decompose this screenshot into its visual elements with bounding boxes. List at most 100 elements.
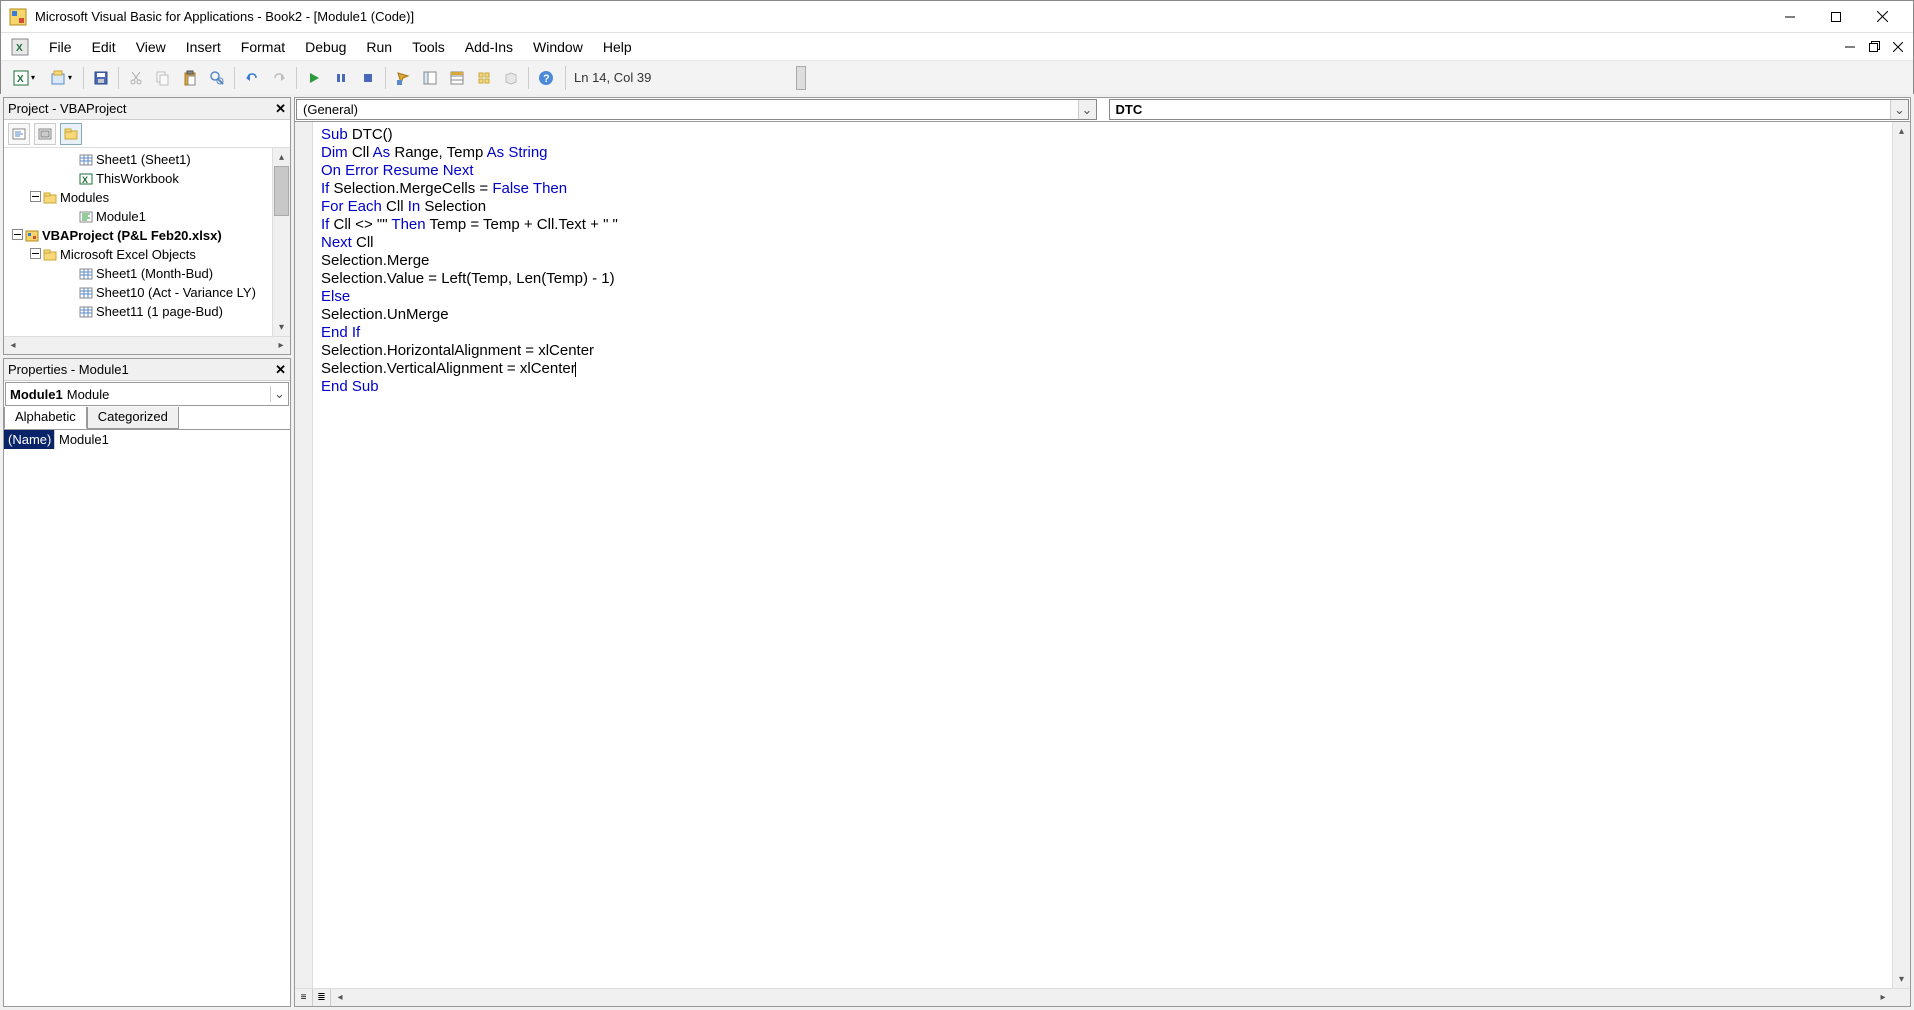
properties-grid[interactable]: (Name)Module1 — [4, 429, 290, 1006]
properties-panel: Properties - Module1 ✕ Module1 Module ⌄ … — [3, 358, 291, 1007]
view-object-button[interactable] — [34, 123, 56, 145]
mdi-restore-button[interactable] — [1865, 38, 1883, 56]
reset-button[interactable] — [356, 66, 380, 90]
mdi-minimize-button[interactable] — [1841, 38, 1859, 56]
chevron-down-icon: ⌄ — [1890, 100, 1908, 119]
menu-tools[interactable]: Tools — [402, 35, 455, 59]
menu-format[interactable]: Format — [231, 35, 295, 59]
procedure-view-button[interactable]: ≡ — [295, 989, 313, 1006]
scroll-left-button[interactable]: ◂ — [331, 989, 349, 1006]
tree-node[interactable]: XThisWorkbook — [10, 169, 272, 188]
mod-icon — [78, 210, 94, 224]
code-window: (General) ⌄ DTC ⌄ Sub DTC()Dim Cll As Ra… — [294, 97, 1911, 1007]
folder-icon — [42, 191, 58, 205]
tree-node[interactable]: Sheet11 (1 page-Bud) — [10, 302, 272, 321]
copy-button[interactable] — [151, 66, 175, 90]
sheet-icon — [78, 305, 94, 319]
properties-object-selector[interactable]: Module1 Module ⌄ — [5, 382, 289, 406]
toolbar-overflow[interactable] — [796, 66, 806, 90]
toggle-folders-button[interactable] — [60, 123, 82, 145]
standard-toolbar: X▾ ▾ ? Ln 14, Col 39 — [1, 61, 1913, 95]
scroll-corner — [1892, 989, 1910, 1006]
tree-node[interactable]: Module1 — [10, 207, 272, 226]
tree-node[interactable]: Modules — [10, 188, 272, 207]
vba-icon — [24, 229, 40, 243]
scroll-right-button[interactable]: ▸ — [1874, 989, 1892, 1006]
sheet-icon — [78, 267, 94, 281]
object-dropdown-value: (General) — [297, 102, 364, 117]
undo-button[interactable] — [240, 66, 264, 90]
excel-icon: X — [11, 38, 29, 56]
properties-tabs: Alphabetic Categorized — [4, 407, 290, 429]
workspace: Project - VBAProject ✕ Sheet1 (Sheet1)XT… — [0, 94, 1914, 1010]
tab-categorized[interactable]: Categorized — [87, 407, 179, 429]
view-excel-button[interactable]: X▾ — [7, 66, 41, 90]
menu-run[interactable]: Run — [356, 35, 402, 59]
mdi-close-button[interactable] — [1889, 38, 1907, 56]
cut-button[interactable] — [124, 66, 148, 90]
chevron-down-icon: ⌄ — [1078, 100, 1096, 119]
properties-object-name: Module1 — [6, 387, 67, 402]
project-panel-close-icon[interactable]: ✕ — [275, 101, 286, 117]
code-navigation-bar: (General) ⌄ DTC ⌄ — [295, 98, 1910, 122]
object-browser-button[interactable] — [472, 66, 496, 90]
project-explorer-panel: Project - VBAProject ✕ Sheet1 (Sheet1)XT… — [3, 97, 291, 355]
help-button[interactable]: ? — [534, 66, 558, 90]
design-mode-button[interactable] — [391, 66, 415, 90]
folder-icon — [42, 248, 58, 262]
chevron-down-icon: ⌄ — [270, 386, 288, 402]
menu-insert[interactable]: Insert — [176, 35, 231, 59]
project-horizontal-scrollbar[interactable]: ◂▸ — [4, 336, 290, 354]
maximize-button[interactable] — [1813, 2, 1859, 32]
cursor-position-status: Ln 14, Col 39 — [565, 66, 793, 90]
menu-edit[interactable]: Edit — [82, 35, 126, 59]
paste-button[interactable] — [178, 66, 202, 90]
mdi-window-controls — [1841, 38, 1913, 56]
svg-text:X: X — [16, 43, 23, 54]
property-row[interactable]: (Name)Module1 — [4, 430, 290, 449]
svg-text:?: ? — [543, 73, 550, 85]
find-button[interactable] — [205, 66, 229, 90]
run-button[interactable] — [302, 66, 326, 90]
tree-node[interactable]: Microsoft Excel Objects — [10, 245, 272, 264]
object-dropdown[interactable]: (General) ⌄ — [296, 99, 1097, 120]
project-vertical-scrollbar[interactable]: ▴ ▾ — [272, 148, 290, 336]
procedure-dropdown[interactable]: DTC ⌄ — [1109, 99, 1910, 120]
break-button[interactable] — [329, 66, 353, 90]
project-tree[interactable]: Sheet1 (Sheet1)XThisWorkbookModulesModul… — [4, 148, 272, 336]
tab-alphabetic[interactable]: Alphabetic — [4, 407, 87, 429]
save-button[interactable] — [89, 66, 113, 90]
menu-addins[interactable]: Add-Ins — [455, 35, 523, 59]
menu-view[interactable]: View — [126, 35, 176, 59]
tree-node[interactable]: Sheet1 (Sheet1) — [10, 150, 272, 169]
menu-debug[interactable]: Debug — [295, 35, 356, 59]
redo-button[interactable] — [267, 66, 291, 90]
close-button[interactable] — [1859, 2, 1905, 32]
menubar: X FileEditViewInsertFormatDebugRunToolsA… — [1, 33, 1913, 61]
insert-button[interactable]: ▾ — [44, 66, 78, 90]
tree-node[interactable]: Sheet10 (Act - Variance LY) — [10, 283, 272, 302]
menu-window[interactable]: Window — [523, 35, 593, 59]
toolbox-button[interactable] — [499, 66, 523, 90]
full-module-view-button[interactable]: ≣ — [313, 989, 331, 1006]
code-margin[interactable] — [295, 122, 313, 988]
view-code-button[interactable] — [8, 123, 30, 145]
tree-node[interactable]: VBAProject (P&L Feb20.xlsx) — [10, 226, 272, 245]
properties-panel-title-text: Properties - Module1 — [8, 362, 129, 377]
code-vertical-scrollbar[interactable]: ▴ ▾ — [1892, 122, 1910, 988]
properties-window-button[interactable] — [445, 66, 469, 90]
titlebar: Microsoft Visual Basic for Applications … — [1, 1, 1913, 33]
code-horizontal-scrollbar[interactable] — [349, 989, 1874, 1006]
project-explorer-button[interactable] — [418, 66, 442, 90]
properties-panel-close-icon[interactable]: ✕ — [275, 362, 286, 378]
vba-app-icon — [9, 8, 27, 26]
window-title: Microsoft Visual Basic for Applications … — [35, 9, 1767, 24]
menu-help[interactable]: Help — [593, 35, 642, 59]
tree-node[interactable]: Sheet1 (Month-Bud) — [10, 264, 272, 283]
svg-text:X: X — [82, 175, 88, 185]
project-toolbar — [4, 120, 290, 148]
code-editor[interactable]: Sub DTC()Dim Cll As Range, Temp As Strin… — [313, 122, 1892, 988]
menu-file[interactable]: File — [39, 35, 82, 59]
svg-text:X: X — [17, 74, 24, 85]
minimize-button[interactable] — [1767, 2, 1813, 32]
